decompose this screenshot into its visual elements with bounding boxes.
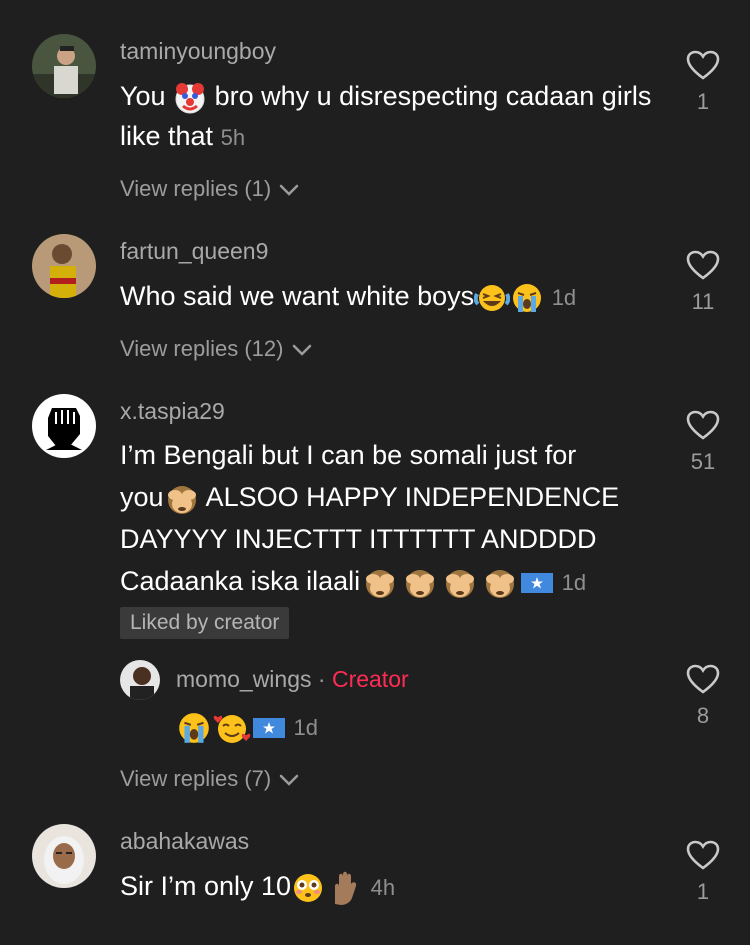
see-no-evil-monkey-emoji-icon — [480, 566, 520, 600]
timestamp: 1d — [293, 715, 318, 740]
heart-outline-icon[interactable] — [686, 664, 720, 698]
comment-line: you ALSOO HAPPY INDEPENDENCE — [120, 477, 660, 517]
timestamp: 1d — [551, 285, 577, 310]
comment-text-part: Who said we want white boys — [120, 281, 475, 311]
like-count: 1 — [696, 89, 710, 114]
view-replies-label: View replies (1) — [120, 176, 272, 201]
loudly-crying-emoji-icon — [176, 711, 212, 745]
clown-emoji-icon — [173, 81, 207, 115]
flushed-face-emoji-icon — [291, 871, 325, 905]
view-replies-button[interactable]: View replies (12) — [120, 336, 312, 363]
timestamp: 4h — [370, 875, 396, 900]
avatar[interactable] — [32, 34, 96, 98]
comment-text: You bro why u disrespecting cadaan girls… — [120, 76, 660, 158]
liked-by-creator-badge: Liked by creator — [120, 607, 290, 639]
see-no-evil-monkey-emoji-icon — [400, 566, 440, 600]
chevron-down-icon — [279, 767, 299, 793]
heart-outline-icon[interactable] — [686, 840, 720, 874]
comment-line: Cadaanka iska ilaali 1d — [120, 561, 660, 603]
creator-label: Creator — [331, 666, 409, 692]
smiling-face-with-hearts-emoji-icon — [212, 711, 252, 745]
heart-outline-icon[interactable] — [686, 50, 720, 84]
like-button[interactable]: 1 — [682, 50, 724, 115]
comment-text-part: you — [120, 482, 164, 512]
laughing-tears-emoji-icon — [474, 282, 511, 314]
comment-text: Sir I’m only 10 4h — [120, 866, 660, 908]
like-button[interactable]: 1 — [682, 840, 724, 905]
comment-text-part: Cadaanka iska ilaali — [120, 566, 361, 596]
heart-outline-icon[interactable] — [686, 410, 720, 444]
avatar[interactable] — [120, 660, 160, 700]
chevron-down-icon — [292, 337, 312, 363]
comment-text-part: You — [120, 81, 166, 111]
heart-outline-icon[interactable] — [686, 250, 720, 284]
see-no-evil-monkey-emoji-icon — [164, 482, 200, 516]
like-button[interactable]: 51 — [682, 410, 724, 475]
chevron-down-icon — [279, 177, 299, 203]
username[interactable]: taminyoungboy — [120, 38, 276, 65]
comment-text: 1d — [176, 706, 716, 748]
like-count: 51 — [690, 449, 716, 474]
like-count: 1 — [696, 879, 710, 904]
comment-text-part: Sir I’m only 10 — [120, 871, 292, 901]
username[interactable]: x.taspia29 — [120, 398, 225, 425]
timestamp: 5h — [220, 125, 246, 150]
separator: · — [317, 666, 326, 692]
raised-hand-emoji-icon — [325, 870, 363, 906]
view-replies-label: View replies (12) — [120, 336, 284, 361]
comment-text: I’m Bengali but I can be somali just for… — [120, 435, 660, 603]
see-no-evil-monkey-emoji-icon — [360, 566, 400, 600]
like-button[interactable]: 11 — [682, 250, 724, 315]
avatar[interactable] — [32, 824, 96, 888]
avatar[interactable] — [32, 394, 96, 458]
like-button[interactable]: 8 — [682, 664, 724, 729]
username[interactable]: abahakawas — [120, 828, 249, 855]
somalia-flag-icon — [520, 571, 554, 595]
username[interactable]: momo_wings — [176, 666, 312, 692]
view-replies-button[interactable]: View replies (1) — [120, 176, 299, 203]
reply-header: momo_wings · Creator — [176, 666, 409, 693]
see-no-evil-monkey-emoji-icon — [440, 566, 480, 600]
loudly-crying-emoji-icon — [510, 282, 544, 314]
comment-line: I’m Bengali but I can be somali just for — [120, 440, 577, 470]
comment-line: DAYYYY INJECTTT ITTTTTT ANDDDD — [120, 524, 597, 554]
comment-text: Who said we want white boys 1d — [120, 276, 660, 318]
timestamp: 1d — [561, 570, 587, 595]
view-replies-button[interactable]: View replies (7) — [120, 766, 299, 793]
username[interactable]: fartun_queen9 — [120, 238, 268, 265]
somalia-flag-icon — [252, 716, 286, 740]
view-replies-label: View replies (7) — [120, 766, 272, 791]
like-count: 11 — [691, 289, 715, 314]
like-count: 8 — [696, 703, 710, 728]
comment-text-part: ALSOO HAPPY INDEPENDENCE — [199, 482, 620, 512]
avatar[interactable] — [32, 234, 96, 298]
